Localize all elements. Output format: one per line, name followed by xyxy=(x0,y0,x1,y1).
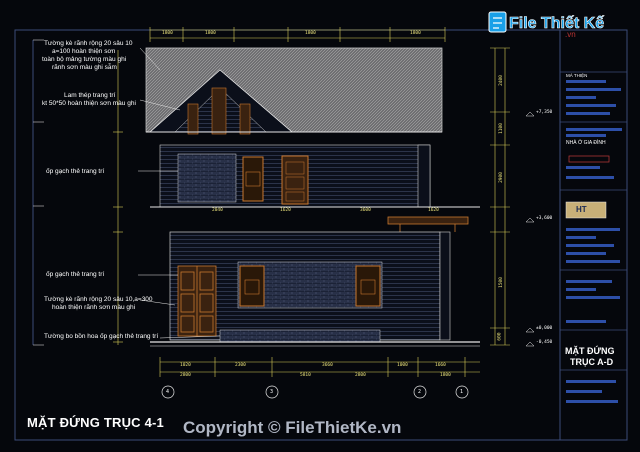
note-line: Lam thép trang trí xyxy=(64,92,116,99)
level-mark: +7,350 xyxy=(536,110,553,115)
level-mark: +3,600 xyxy=(536,216,553,221)
note-line: a=100 hoàn thiện sơn xyxy=(52,48,116,55)
dim-text: 600 xyxy=(497,332,503,341)
dim-text: 5810 xyxy=(300,373,311,378)
pergola xyxy=(387,216,469,225)
porch-column xyxy=(439,231,451,341)
upper-column xyxy=(417,144,431,208)
dim-text: 1500 xyxy=(498,277,504,288)
dim-text: 2800 xyxy=(355,373,366,378)
dim-text: 2300 xyxy=(235,363,246,368)
axis-label: 1 xyxy=(460,389,464,395)
title-block-project: NHÀ Ở GIA ĐÌNH xyxy=(566,140,606,146)
title-block-owner: MÁ THIỆN xyxy=(566,73,588,78)
title-block-logo: HT xyxy=(576,205,587,214)
level-mark: -0,450 xyxy=(536,340,553,345)
dim-text: 1800 xyxy=(410,31,421,36)
dim-text: 1020 xyxy=(180,363,191,368)
dim-text: 3600 xyxy=(360,208,371,213)
dim-text: 1100 xyxy=(498,123,504,134)
dim-text: 1800 xyxy=(305,31,316,36)
watermark-logo-text: File Thiết Kế xyxy=(509,15,605,33)
dim-text: 2900 xyxy=(498,172,504,183)
watermark-logo-url: .vn xyxy=(565,30,576,39)
axis-label: 4 xyxy=(166,389,170,395)
drawing-title: MẶT ĐỨNG TRỤC 4-1 xyxy=(27,415,164,430)
dim-text: 1620 xyxy=(428,208,439,213)
cad-viewport[interactable]: File Thiết Kế .vn Tường kè rãnh rộng 20 … xyxy=(0,0,640,452)
note-line: ốp gạch thẻ trang trí xyxy=(46,168,105,175)
watermark-copyright: Copyright © FileThietKe.vn xyxy=(183,418,402,437)
ground-main-door xyxy=(177,265,217,337)
axis-label: 2 xyxy=(418,389,422,395)
upper-brick xyxy=(177,153,237,203)
dim-text: 2040 xyxy=(212,208,223,213)
axis-label: 3 xyxy=(270,389,274,395)
dim-text: 1800 xyxy=(205,31,216,36)
note-line: kt 50*50 hoàn thiện sơn màu ghi xyxy=(42,100,136,107)
sheet-title-line-1: MẶT ĐỨNG xyxy=(565,346,615,356)
dim-text: 1620 xyxy=(280,208,291,213)
level-mark: ±0,000 xyxy=(536,326,553,331)
dim-text: 2400 xyxy=(498,75,504,86)
watermark-logo: File Thiết Kế .vn xyxy=(487,8,611,42)
ground-window-left xyxy=(239,265,265,307)
ground-window-right xyxy=(355,265,381,307)
note-line: ốp gạch thẻ trang trí xyxy=(46,271,105,278)
note-line: rãnh sơn màu ghi sẫm xyxy=(52,64,117,71)
title-block-frame xyxy=(559,29,628,441)
note-line: hoàn thiện rãnh sơn màu ghi xyxy=(52,304,136,311)
dim-text: 2800 xyxy=(180,373,191,378)
dim-text: 1800 xyxy=(440,373,451,378)
dim-text: 1660 xyxy=(435,363,446,368)
dim-text: 3660 xyxy=(322,363,333,368)
dim-text: 1800 xyxy=(162,31,173,36)
note-line: Tường kè rãnh rộng 20 sâu 10,a=300 xyxy=(44,296,153,303)
note-line: Tường bo bồn hoa ốp gạch thẻ trang trí xyxy=(44,333,159,340)
dim-text: 1000 xyxy=(397,363,408,368)
note-line: toàn bộ mảng tường màu ghi xyxy=(42,56,127,63)
note-line: Tường kè rãnh rộng 20 sâu 10 xyxy=(44,40,133,47)
flower-bed xyxy=(219,329,381,343)
sheet-title-line-2: TRỤC A-D xyxy=(570,357,614,367)
